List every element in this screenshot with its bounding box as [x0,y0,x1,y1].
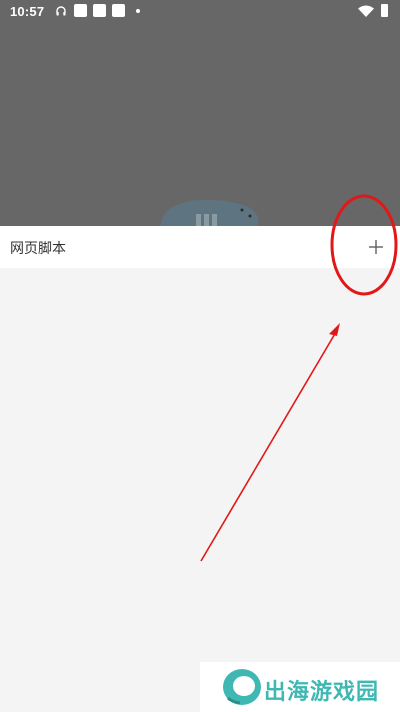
watermark-logo-icon [223,669,261,705]
status-time: 10:57 [10,4,45,19]
wifi-icon [358,5,374,17]
background-app-icon [160,200,258,230]
sheet-title: 网页脚本 [10,241,66,257]
battery-icon [381,4,388,17]
dim-overlay[interactable] [0,0,400,230]
annotation-arrow-head [329,323,340,336]
annotation-arrow-shaft [200,331,337,562]
app-notification-icon [112,4,125,17]
app-notification-icon [93,4,106,17]
add-script-button[interactable] [360,232,392,262]
sheet-header: 网页脚本 [0,226,400,268]
app-notification-icon [74,4,87,17]
status-bar: 10:57 [0,0,400,24]
headset-icon [56,6,66,16]
watermark-text: 出海游戏园 [264,680,380,705]
watermark: 出海游戏园 [200,662,400,712]
plus-icon [369,240,383,254]
more-notifications-dot [136,9,140,13]
